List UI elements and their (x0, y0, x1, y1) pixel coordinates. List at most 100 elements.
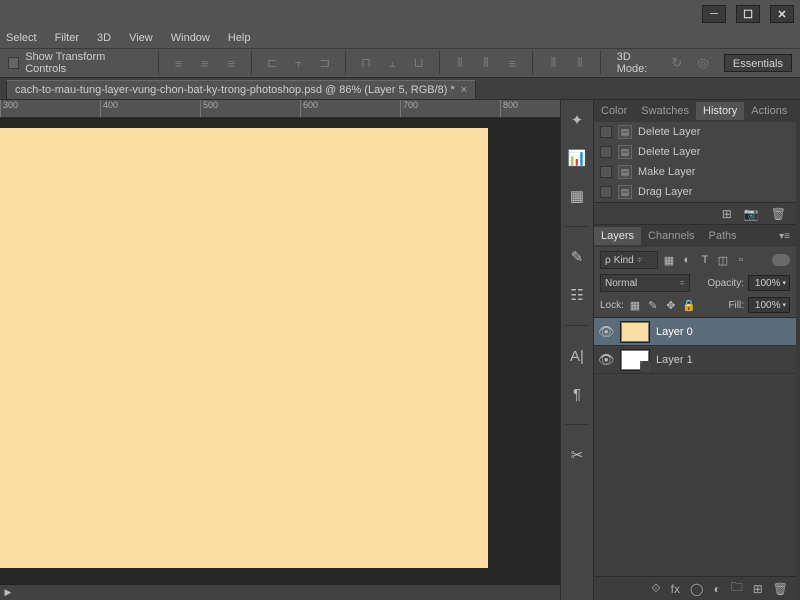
navigator-panel-icon[interactable]: ✦ (565, 108, 589, 132)
menu-window[interactable]: Window (171, 32, 210, 44)
properties-panel-icon[interactable]: ✂ (565, 443, 589, 467)
history-item[interactable]: ▤Drag Layer (594, 182, 796, 202)
history-snapshot-checkbox[interactable] (600, 126, 612, 138)
document-tab[interactable]: cach-to-mau-tung-layer-vung-chon-bat-ky-… (6, 80, 476, 99)
minimize-button[interactable]: ─ (702, 5, 726, 23)
fill-input[interactable]: 100%▾ (748, 297, 790, 313)
filter-shape-icon[interactable]: ◫ (716, 253, 730, 267)
tab-color[interactable]: Color (594, 102, 634, 120)
visibility-toggle-icon[interactable]: 👁 (598, 352, 614, 368)
distribute-icon[interactable]: ⦀ (543, 52, 563, 74)
layer-thumbnail[interactable] (620, 349, 650, 371)
layer-list: 👁 Layer 0 👁 Layer 1 (594, 318, 796, 576)
animation-play-icon[interactable]: ▶ (0, 585, 16, 600)
canvas-area[interactable] (0, 118, 560, 600)
distribute-icon[interactable]: ⦀ (450, 52, 470, 74)
lock-pixels-icon[interactable]: ✎ (646, 298, 660, 312)
lock-position-icon[interactable]: ✥ (664, 298, 678, 312)
ruler-mark: 400 (100, 100, 200, 117)
delete-layer-icon[interactable]: 🗑 (773, 582, 788, 596)
distribute-icon[interactable]: ≡ (502, 52, 522, 74)
history-item[interactable]: ▤Delete Layer (594, 142, 796, 162)
brush-presets-icon[interactable]: ☷ (565, 283, 589, 307)
workspace-switcher[interactable]: Essentials (724, 54, 792, 72)
opacity-input[interactable]: 100%▾ (748, 275, 790, 291)
3d-orbit-icon[interactable]: ↻ (667, 52, 687, 74)
align-middle-icon[interactable]: ⫠ (382, 52, 402, 74)
history-item[interactable]: ▤Make Layer (594, 162, 796, 182)
info-panel-icon[interactable]: ▦ (565, 184, 589, 208)
layer-mask-icon[interactable]: ◯ (690, 582, 703, 596)
menu-select[interactable]: Select (6, 32, 37, 44)
delete-state-icon[interactable]: 🗑 (771, 207, 786, 221)
maximize-button[interactable]: ☐ (736, 5, 760, 23)
mode3d-label: 3D Mode: (617, 51, 661, 75)
align-bottom-icon[interactable]: ⊔ (408, 52, 428, 74)
document-tab-bar: cach-to-mau-tung-layer-vung-chon-bat-ky-… (0, 78, 800, 100)
horizontal-ruler: 300 400 500 600 700 800 900 1000 1100 12… (0, 100, 560, 118)
layers-options: ρKind≑ ▦ ◐ T ◫ ▫ Normal≑ Opacity: 100%▾ … (594, 247, 796, 318)
align-left-icon[interactable]: ⊏ (262, 52, 282, 74)
distribute-icon[interactable]: ⦀ (570, 52, 590, 74)
history-snapshot-checkbox[interactable] (600, 166, 612, 178)
layer-thumbnail[interactable] (620, 321, 650, 343)
filter-type-icon[interactable]: T (698, 253, 712, 267)
horizontal-scrollbar[interactable]: ▶ (0, 584, 560, 600)
create-snapshot-icon[interactable]: 📷 (744, 207, 759, 221)
history-snapshot-checkbox[interactable] (600, 146, 612, 158)
adjustment-layer-icon[interactable]: ◐ (713, 582, 720, 596)
layer-name[interactable]: Layer 0 (656, 326, 693, 338)
create-document-from-state-icon[interactable]: ⊞ (722, 207, 732, 221)
layer-row[interactable]: 👁 Layer 0 (594, 318, 796, 346)
filter-pixel-icon[interactable]: ▦ (662, 253, 676, 267)
lock-label: Lock: (600, 300, 624, 311)
distribute-icon[interactable]: ⦀ (476, 52, 496, 74)
tab-history[interactable]: History (696, 102, 744, 120)
history-snapshot-checkbox[interactable] (600, 186, 612, 198)
ruler-mark: 700 (400, 100, 500, 117)
tab-swatches[interactable]: Swatches (634, 102, 696, 120)
link-layers-icon[interactable]: ⟐ (651, 581, 660, 596)
history-item[interactable]: ▤Delete Layer (594, 122, 796, 142)
align-right-icon[interactable]: ⊐ (315, 52, 335, 74)
menu-help[interactable]: Help (228, 32, 251, 44)
collapsed-panel-dock: ✦ 📊 ▦ ✎ ☷ A| ¶ ✂ (560, 100, 594, 600)
close-tab-icon[interactable]: × (461, 84, 467, 96)
tab-paths[interactable]: Paths (702, 227, 744, 245)
filter-toggle[interactable] (772, 254, 790, 266)
visibility-toggle-icon[interactable]: 👁 (598, 324, 614, 340)
filter-smart-icon[interactable]: ▫ (734, 253, 748, 267)
align-top-icon[interactable]: ⊓ (356, 52, 376, 74)
layer-name[interactable]: Layer 1 (656, 354, 693, 366)
new-layer-icon[interactable]: ⊞ (753, 582, 763, 596)
filter-adjust-icon[interactable]: ◐ (680, 253, 694, 267)
align-icon[interactable]: ≡ (168, 52, 188, 74)
show-transform-checkbox[interactable] (8, 57, 19, 69)
lock-transparency-icon[interactable]: ▦ (628, 298, 642, 312)
align-center-icon[interactable]: ⫟ (288, 52, 308, 74)
layer-kind-filter[interactable]: ρKind≑ (600, 251, 658, 269)
menu-view[interactable]: View (129, 32, 153, 44)
lock-all-icon[interactable]: 🔒 (682, 298, 696, 312)
divider (565, 226, 589, 227)
tab-actions[interactable]: Actions (744, 102, 794, 120)
layer-style-icon[interactable]: fx (671, 582, 680, 596)
menu-3d[interactable]: 3D (97, 32, 111, 44)
close-button[interactable]: ✕ (770, 5, 794, 23)
tab-layers[interactable]: Layers (594, 227, 641, 245)
character-panel-icon[interactable]: A| (565, 344, 589, 368)
menu-filter[interactable]: Filter (55, 32, 79, 44)
layer-row[interactable]: 👁 Layer 1 (594, 346, 796, 374)
blend-mode-dropdown[interactable]: Normal≑ (600, 274, 690, 292)
align-icon[interactable]: ≡ (195, 52, 215, 74)
paragraph-panel-icon[interactable]: ¶ (565, 382, 589, 406)
align-icon[interactable]: ≡ (221, 52, 241, 74)
canvas[interactable] (0, 128, 488, 568)
3d-roll-icon[interactable]: ◎ (693, 52, 713, 74)
ruler-mark: 800 (500, 100, 560, 117)
group-icon[interactable]: 🗀 (731, 578, 743, 599)
tab-channels[interactable]: Channels (641, 227, 701, 245)
brush-panel-icon[interactable]: ✎ (565, 245, 589, 269)
panel-menu-icon[interactable]: ▾≡ (773, 231, 796, 242)
histogram-panel-icon[interactable]: 📊 (565, 146, 589, 170)
